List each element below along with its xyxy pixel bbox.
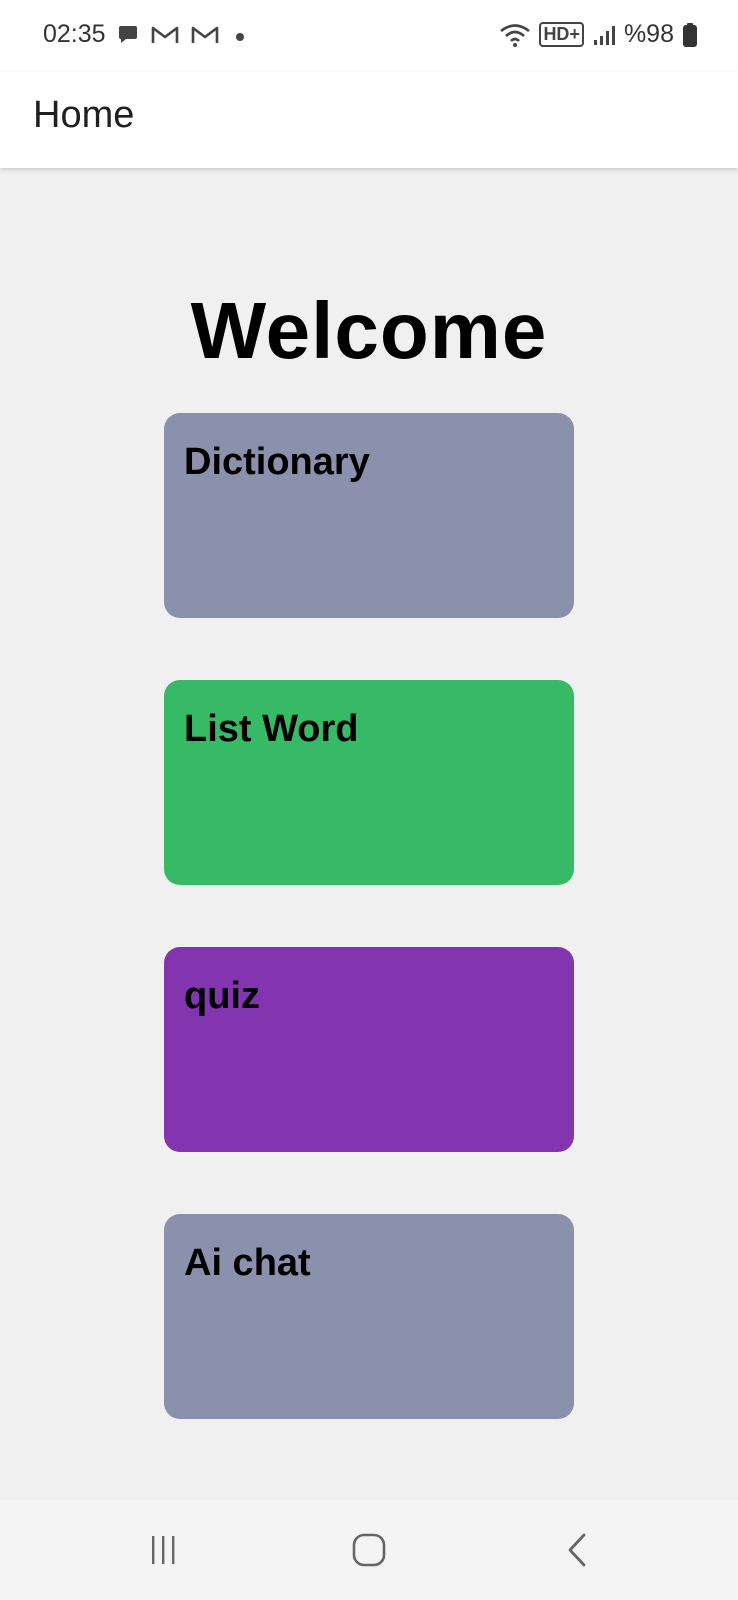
page-title: Home — [33, 94, 135, 136]
recent-apps-icon — [146, 1533, 180, 1572]
ai-chat-card[interactable]: Ai chat — [164, 1214, 574, 1419]
list-word-card-label: List Word — [184, 708, 359, 750]
chat-bubble-icon — [116, 23, 140, 47]
recent-apps-button[interactable] — [133, 1530, 193, 1574]
signal-icon — [592, 23, 616, 47]
dictionary-card-label: Dictionary — [184, 441, 370, 483]
network-label: HD+ — [539, 22, 584, 47]
gmail-icon — [150, 23, 180, 47]
hd-plus-icon: HD+ — [539, 22, 584, 47]
quiz-card[interactable]: quiz — [164, 947, 574, 1152]
dictionary-card[interactable]: Dictionary — [164, 413, 574, 618]
back-button[interactable] — [547, 1530, 607, 1574]
status-time: 02:35 — [43, 20, 106, 48]
back-icon — [562, 1532, 592, 1573]
ai-chat-card-label: Ai chat — [184, 1242, 311, 1284]
quiz-card-label: quiz — [184, 975, 260, 1017]
app-bar: Home — [0, 72, 738, 168]
list-word-card[interactable]: List Word — [164, 680, 574, 885]
status-right: HD+ %98 — [499, 20, 698, 49]
wifi-icon — [499, 22, 531, 48]
navigation-bar — [0, 1500, 738, 1600]
dot-icon — [230, 23, 250, 47]
gmail-icon — [190, 23, 220, 47]
home-button[interactable] — [339, 1530, 399, 1574]
welcome-heading: Welcome — [190, 286, 548, 375]
status-left: 02:35 — [43, 20, 250, 49]
home-icon — [351, 1532, 387, 1573]
battery-icon — [682, 22, 698, 48]
battery-text: %98 — [623, 20, 674, 48]
status-bar: 02:35 HD+ %98 — [0, 0, 738, 72]
